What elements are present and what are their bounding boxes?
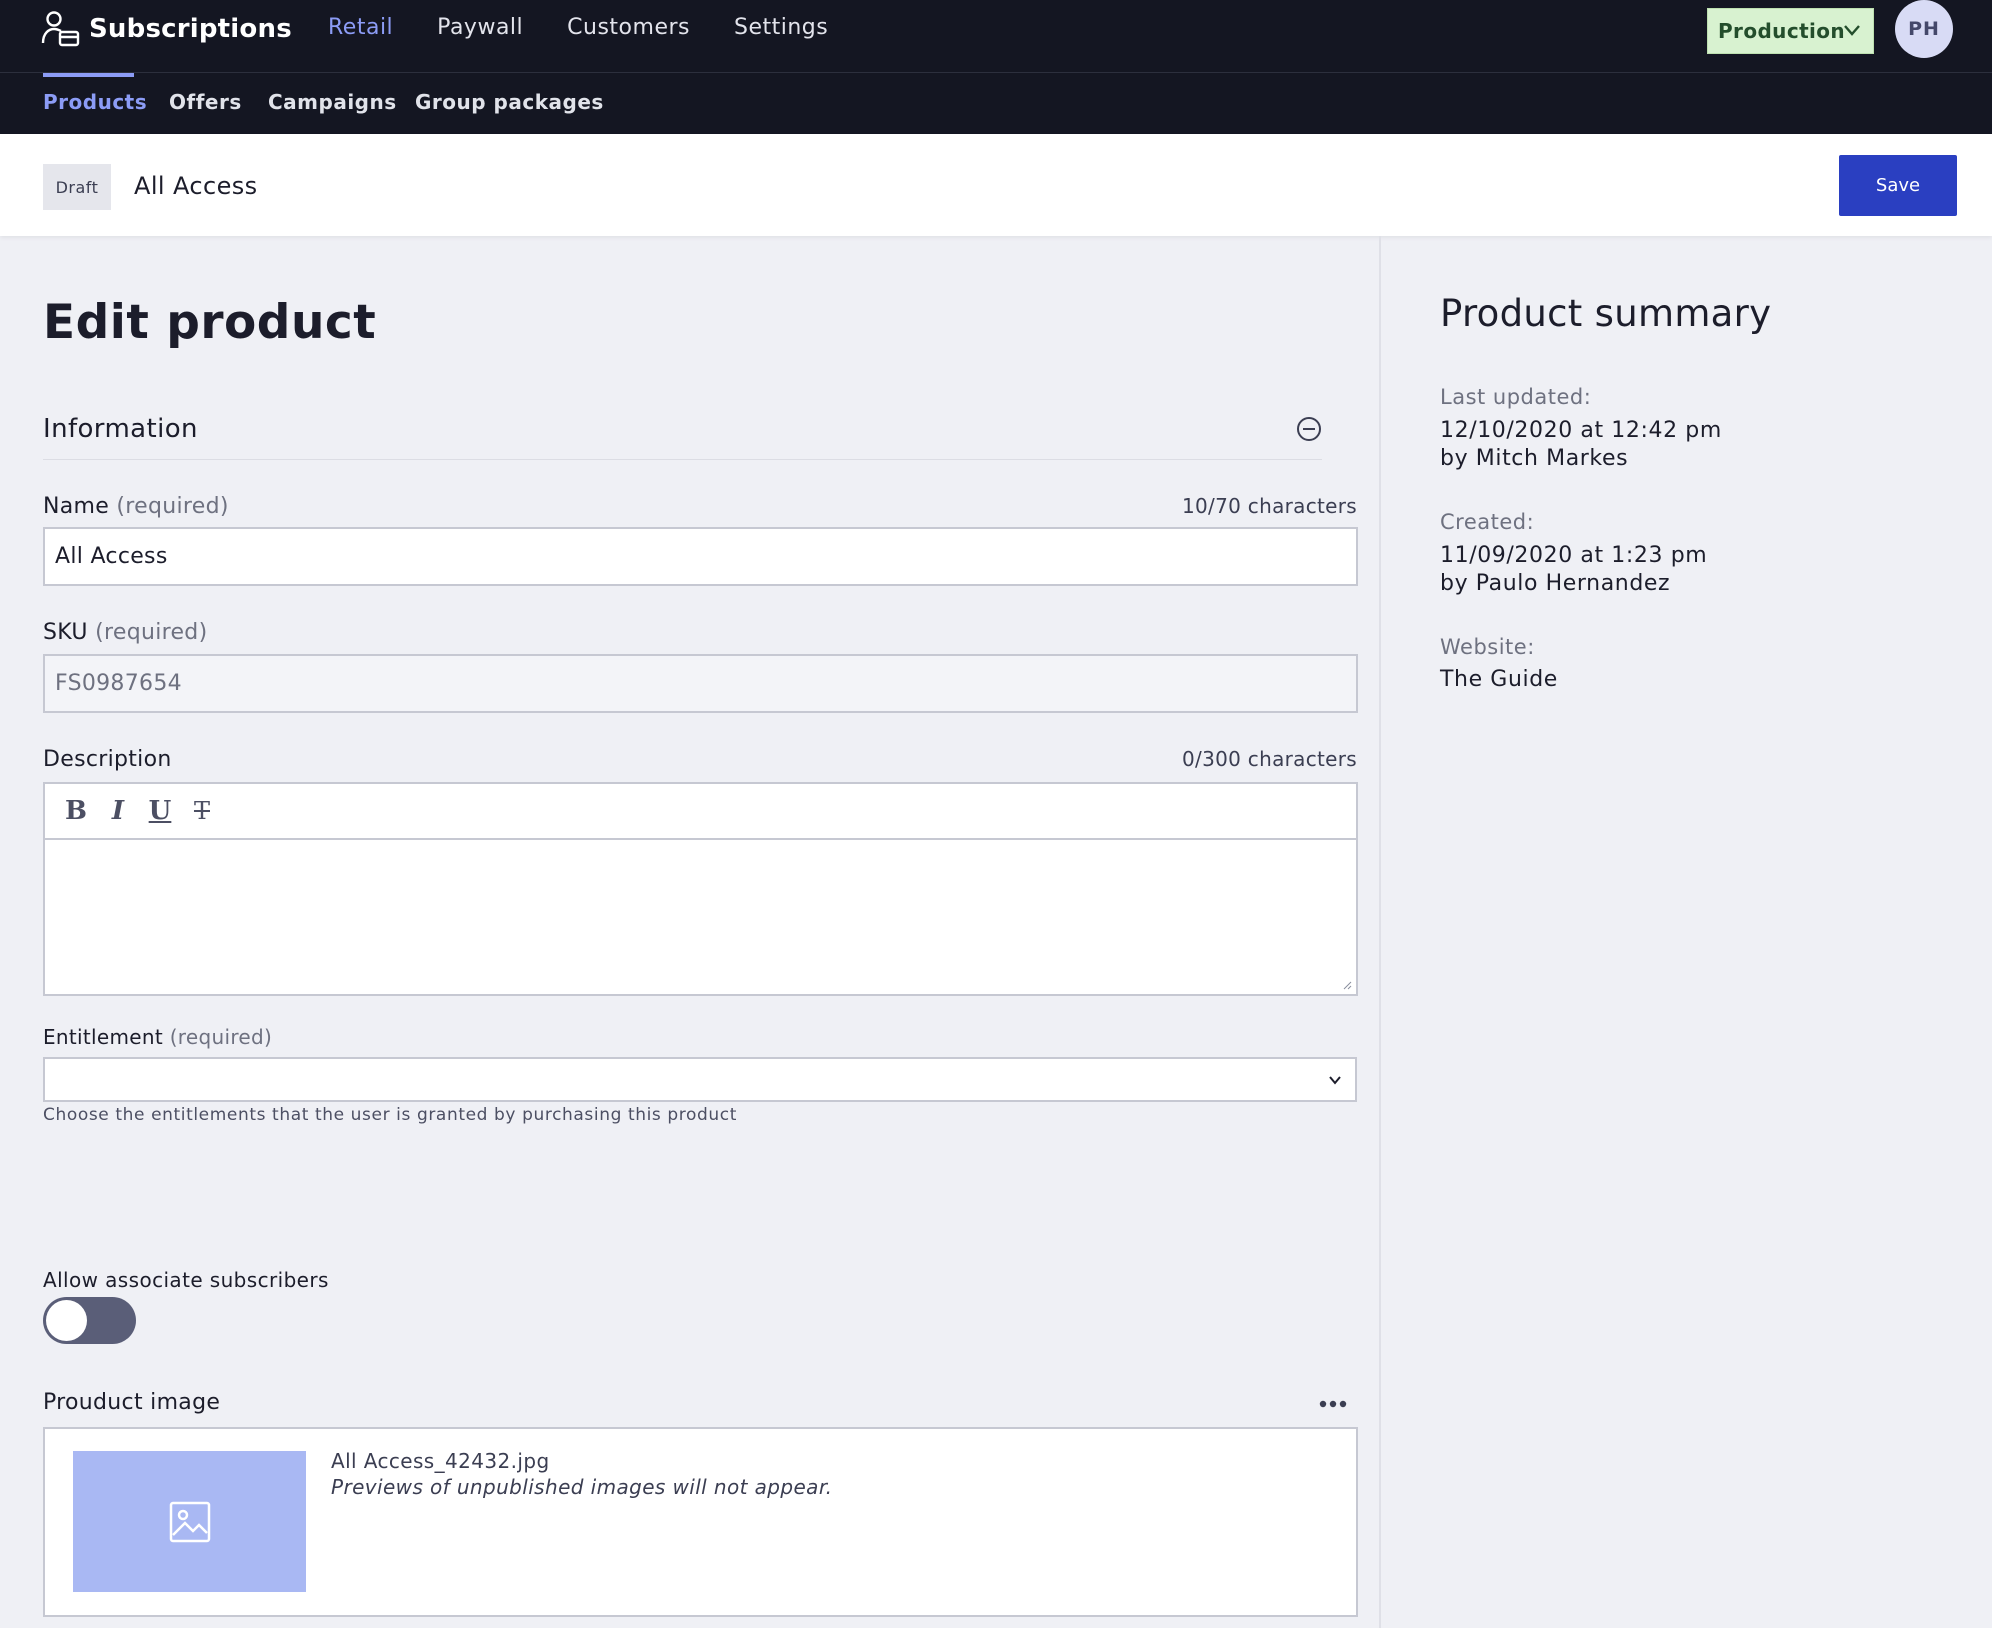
description-field-label: Description: [43, 747, 172, 772]
description-textarea[interactable]: [45, 842, 1356, 994]
nav-item-customers[interactable]: Customers: [567, 14, 690, 42]
tab-group-packages[interactable]: Group packages: [415, 90, 604, 114]
nav-item-settings[interactable]: Settings: [734, 14, 828, 42]
image-filename: All Access_42432.jpg: [331, 1449, 550, 1473]
collapse-section-icon[interactable]: [1296, 416, 1322, 442]
associate-subscribers-toggle[interactable]: [43, 1297, 136, 1344]
more-options-icon[interactable]: [1318, 1398, 1348, 1410]
entitlement-label-text: Entitlement: [43, 1025, 164, 1049]
active-tab-indicator: [43, 73, 134, 77]
last-updated-date: 12/10/2020 at 12:42 pm: [1440, 418, 1722, 443]
description-char-count: 0/300 characters: [1182, 747, 1357, 771]
secondary-nav: Products Offers Campaigns Group packages: [0, 73, 1992, 134]
environment-select[interactable]: Production: [1707, 8, 1874, 54]
entitlement-field-label: Entitlement (required): [43, 1025, 272, 1049]
image-thumbnail[interactable]: [73, 1451, 306, 1592]
primary-nav: Retail Paywall Customers Settings: [328, 14, 872, 42]
environment-label: Production: [1718, 19, 1846, 43]
sku-input[interactable]: [43, 654, 1358, 713]
tab-campaigns[interactable]: Campaigns: [268, 90, 397, 114]
created-date: 11/09/2020 at 1:23 pm: [1440, 543, 1708, 568]
name-required-marker: (required): [116, 494, 229, 519]
product-image-title: Prouduct image: [43, 1390, 221, 1415]
editor-toolbar: B I U T: [45, 784, 1356, 840]
website-label: Website:: [1440, 635, 1535, 659]
save-button[interactable]: Save: [1839, 155, 1957, 216]
name-char-count: 10/70 characters: [1182, 494, 1357, 518]
entitlement-select[interactable]: [43, 1057, 1357, 1102]
chevron-down-icon: [1844, 25, 1860, 36]
last-updated-by: by Mitch Markes: [1440, 446, 1629, 471]
app-brand[interactable]: Subscriptions: [41, 11, 292, 47]
top-navigation-bar: Subscriptions Retail Paywall Customers S…: [0, 0, 1992, 73]
section-divider: [43, 459, 1322, 460]
nav-item-paywall[interactable]: Paywall: [437, 14, 523, 42]
underline-button[interactable]: U: [139, 791, 181, 831]
summary-title: Product summary: [1440, 292, 1772, 335]
name-input[interactable]: [43, 527, 1358, 586]
bold-button[interactable]: B: [55, 791, 97, 831]
sku-label-text: SKU: [43, 620, 88, 645]
product-image-card: All Access_42432.jpg Previews of unpubli…: [43, 1427, 1358, 1617]
product-header-title: All Access: [134, 172, 258, 200]
page-title: Edit product: [43, 295, 377, 350]
nav-item-retail[interactable]: Retail: [328, 14, 393, 42]
app-name: Subscriptions: [89, 14, 292, 44]
resize-handle-icon[interactable]: [1342, 980, 1352, 990]
image-preview-note: Previews of unpublished images will not …: [331, 1475, 833, 1499]
created-label: Created:: [1440, 510, 1535, 534]
sku-required-marker: (required): [95, 620, 208, 645]
status-badge: Draft: [43, 164, 111, 210]
last-updated-label: Last updated:: [1440, 385, 1592, 409]
website-value: The Guide: [1440, 667, 1558, 692]
created-by: by Paulo Hernandez: [1440, 571, 1671, 596]
entitlement-helper-text: Choose the entitlements that the user is…: [43, 1105, 737, 1125]
tab-products[interactable]: Products: [43, 90, 147, 114]
name-field-label: Name (required): [43, 494, 229, 519]
description-editor: B I U T: [43, 782, 1358, 996]
chevron-down-icon: [1329, 1076, 1341, 1085]
toggle-knob: [46, 1300, 87, 1341]
name-label-text: Name: [43, 494, 110, 519]
associate-subscribers-label: Allow associate subscribers: [43, 1268, 329, 1292]
product-header: Draft All Access Save: [0, 134, 1992, 236]
user-avatar[interactable]: PH: [1895, 0, 1953, 58]
sku-field-label: SKU (required): [43, 620, 207, 645]
panel-divider: [1379, 236, 1381, 1628]
italic-button[interactable]: I: [97, 791, 139, 831]
tab-offers[interactable]: Offers: [169, 90, 242, 114]
user-card-icon: [41, 11, 80, 47]
image-placeholder-icon: [169, 1501, 210, 1542]
section-title-information: Information: [43, 414, 198, 444]
entitlement-required-marker: (required): [169, 1025, 273, 1049]
clear-formatting-button[interactable]: T: [181, 791, 223, 831]
